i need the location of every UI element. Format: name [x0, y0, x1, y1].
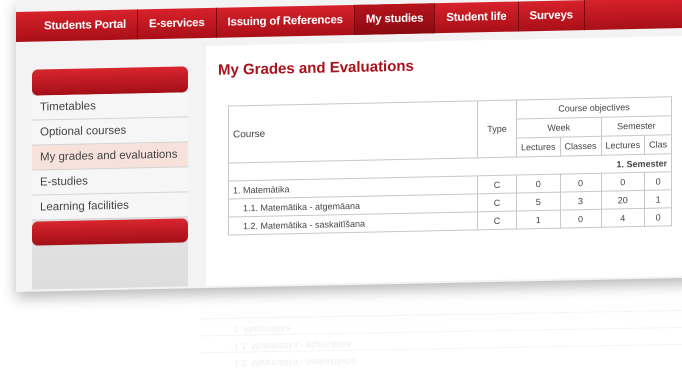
sidebar: Timetables Optional courses My grades an…	[32, 66, 188, 290]
top-navigation: Students Portal E-services Issuing of Re…	[16, 0, 682, 43]
header-type: Type	[477, 100, 517, 158]
app-window: Students Portal E-services Issuing of Re…	[16, 0, 682, 292]
nav-issuing-of-references[interactable]: Issuing of References	[216, 4, 355, 38]
course-type: C	[477, 175, 517, 194]
course-name[interactable]: 1.2. Matemātika - saskaitīšana	[228, 211, 478, 236]
header-week: Week	[516, 117, 602, 139]
week-lectures: 1	[516, 210, 561, 230]
nav-e-services[interactable]: E-services	[137, 7, 217, 40]
semester-lectures: 4	[601, 208, 645, 228]
header-semester: Semester	[601, 115, 672, 137]
sidebar-item-my-grades[interactable]: My grades and evaluations	[32, 142, 188, 171]
reflection-text: 1.2. Matemātika - saskaitīšana	[234, 356, 357, 369]
reflection-text: 1.1. Matemātika - atgemāana	[234, 339, 352, 352]
semester-lectures: 20	[601, 190, 645, 210]
semester-classes: 1	[644, 189, 672, 209]
nav-my-studies[interactable]: My studies	[354, 3, 436, 35]
sidebar-header-bar	[32, 66, 188, 96]
week-classes: 0	[560, 173, 602, 193]
week-lectures: 0	[516, 174, 561, 194]
nav-surveys[interactable]: Surveys	[518, 0, 585, 32]
nav-students-portal[interactable]: Students Portal	[16, 9, 138, 42]
sidebar-item-learning-facilities[interactable]: Learning facilities	[32, 192, 188, 221]
header-week-lectures: Lectures	[516, 137, 561, 158]
header-week-classes: Classes	[560, 136, 602, 157]
sidebar-footer-bar	[32, 218, 188, 246]
table-reflection: 1.2. Matemātika - saskaitīšana 1.1. Mate…	[200, 300, 682, 370]
header-course: Course	[228, 100, 478, 164]
main-content: My Grades and Evaluations Course Type Co…	[206, 35, 682, 287]
week-lectures: 5	[516, 192, 561, 212]
nav-student-life[interactable]: Student life	[435, 1, 519, 34]
sidebar-menu: Timetables Optional courses My grades an…	[32, 92, 188, 221]
header-semester-lectures: Lectures	[601, 135, 645, 156]
course-type: C	[477, 193, 517, 212]
week-classes: 0	[560, 209, 602, 229]
reflection-text: 1. Matemātika	[234, 323, 291, 335]
header-semester-classes: Clas	[644, 134, 672, 155]
sidebar-item-timetables[interactable]: Timetables	[32, 92, 188, 121]
page-title: My Grades and Evaluations	[218, 57, 414, 79]
week-classes: 3	[560, 191, 602, 211]
grades-table: Course Type Course objectives Week Semes…	[228, 96, 672, 236]
sidebar-item-e-studies[interactable]: E-studies	[32, 167, 188, 196]
semester-lectures: 0	[601, 172, 645, 192]
semester-classes: 0	[644, 207, 672, 227]
semester-classes: 0	[644, 171, 672, 191]
sidebar-item-optional-courses[interactable]: Optional courses	[32, 117, 188, 146]
course-type: C	[477, 211, 517, 230]
